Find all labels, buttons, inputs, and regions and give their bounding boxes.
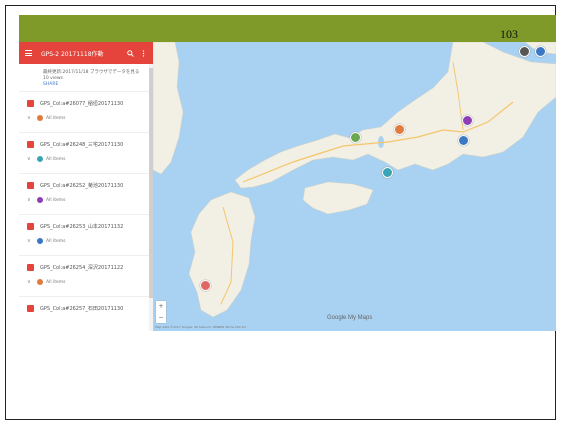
layer-checkbox[interactable] (27, 222, 34, 230)
layer-list: GPS_Col:a#26077_稲垣20171130 ∨ All items GPS_… (19, 92, 153, 331)
zoom-in-button[interactable]: + (158, 303, 163, 310)
map-marker-icon[interactable] (519, 46, 530, 57)
layer-checkbox[interactable] (27, 181, 34, 189)
search-icon[interactable] (127, 49, 134, 57)
layer-item[interactable]: GPS_Col:a#26248_三宅20171130 ∨ All items (19, 133, 153, 174)
all-items-label: All items (46, 279, 66, 285)
style-dot-icon[interactable] (37, 279, 43, 285)
map-attribution[interactable]: Map data ©2017 Google, SK telecom, ZENRI… (155, 325, 246, 329)
layer-name: GPS_Col:a#26252_菊池20171130 (40, 182, 124, 189)
map-canvas[interactable]: + − Google My Maps Map data ©2017 Google… (153, 42, 556, 331)
more-vert-icon[interactable] (140, 49, 147, 57)
layer-item[interactable]: GPS_Col:a#26252_菊池20171130 ∨ All items (19, 174, 153, 215)
map-title: GPS-2 20171118作動 (41, 50, 104, 58)
layer-item[interactable]: GPS_Col:a#26257_石田20171130 (19, 297, 153, 331)
layer-checkbox[interactable] (27, 304, 34, 312)
map-marker-icon[interactable] (382, 167, 393, 178)
layer-name: GPS_Col:a#26253_山本20171132 (40, 223, 124, 230)
layer-item[interactable]: GPS_Col:a#26254_深沢20171122 ∨ All items (19, 256, 153, 297)
all-items-label: All items (46, 156, 66, 162)
map-marker-icon[interactable] (535, 46, 546, 57)
layer-checkbox[interactable] (27, 263, 34, 271)
layer-name: GPS_Col:a#26254_深沢20171122 (40, 264, 124, 271)
share-link[interactable]: SHARE (43, 82, 145, 88)
sidebar-header: GPS-2 20171118作動 (19, 42, 153, 64)
map-info: 最終更新:2017/11/18 ブラウザでデータを見る 10 views SHA… (19, 64, 153, 92)
zoom-control[interactable]: + − (156, 301, 166, 323)
chevron-down-icon[interactable]: ∨ (27, 238, 37, 244)
layer-checkbox[interactable] (27, 99, 34, 107)
all-items-label: All items (46, 197, 66, 203)
map-marker-icon[interactable] (394, 124, 405, 135)
map-marker-icon[interactable] (350, 132, 361, 143)
map-marker-icon[interactable] (458, 135, 469, 146)
hamburger-menu-icon[interactable] (25, 50, 33, 56)
style-dot-icon[interactable] (37, 156, 43, 162)
google-my-maps-logo: Google My Maps (327, 315, 373, 321)
map-marker-icon[interactable] (200, 280, 211, 291)
layer-checkbox[interactable] (27, 140, 34, 148)
style-dot-icon[interactable] (37, 197, 43, 203)
style-dot-icon[interactable] (37, 238, 43, 244)
all-items-label: All items (46, 115, 66, 121)
layer-name: GPS_Col:a#26077_稲垣20171130 (40, 100, 124, 107)
chevron-down-icon[interactable]: ∨ (27, 279, 37, 285)
map-marker-icon[interactable] (462, 115, 473, 126)
chevron-down-icon[interactable]: ∨ (27, 115, 37, 121)
map-sidebar: GPS-2 20171118作動 最終更新:2017/11/18 ブラウザでデー… (19, 42, 154, 331)
layer-name: GPS_Col:a#26257_石田20171130 (40, 305, 124, 312)
chevron-down-icon[interactable]: ∨ (27, 197, 37, 203)
layer-item[interactable]: GPS_Col:a#26077_稲垣20171130 ∨ All items (19, 92, 153, 133)
page-number: 103 (500, 27, 518, 41)
map-land (153, 42, 556, 318)
chevron-down-icon[interactable]: ∨ (27, 156, 37, 162)
style-dot-icon[interactable] (37, 115, 43, 121)
layer-item[interactable]: GPS_Col:a#26253_山本20171132 ∨ All items (19, 215, 153, 256)
zoom-out-button[interactable]: − (158, 314, 163, 321)
all-items-label: All items (46, 238, 66, 244)
layer-name: GPS_Col:a#26248_三宅20171130 (40, 141, 124, 148)
slide-header-bar (19, 15, 556, 42)
